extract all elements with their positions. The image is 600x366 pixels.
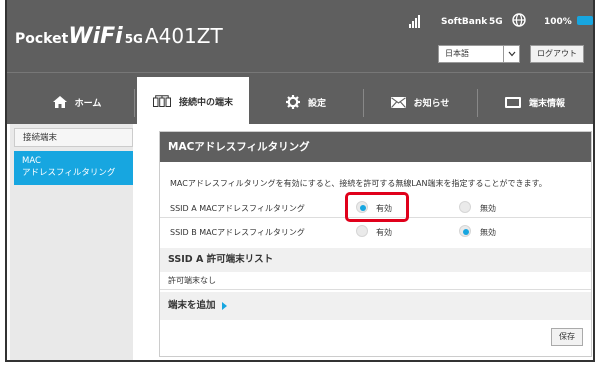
add-device-link[interactable]: 端末を追加 bbox=[160, 292, 591, 320]
ssid-b-filter-row: SSID B MACアドレスフィルタリング 有効 無効 bbox=[160, 220, 591, 242]
brand-model: A401ZT bbox=[144, 24, 223, 48]
home-icon bbox=[52, 96, 67, 108]
save-button[interactable]: 保存 bbox=[551, 328, 583, 346]
sidebar-item-mac-filter[interactable]: MAC アドレスフィルタリング bbox=[14, 151, 133, 185]
nav-divider bbox=[477, 89, 478, 117]
language-select[interactable]: 日本語 bbox=[438, 45, 520, 63]
battery-level: 100% bbox=[544, 17, 572, 27]
network-type: 5G bbox=[489, 17, 503, 27]
nav-divider bbox=[134, 89, 135, 117]
language-value: 日本語 bbox=[445, 49, 469, 58]
add-device-label: 端末を追加 bbox=[168, 300, 216, 311]
ssid-b-enable-radio[interactable] bbox=[356, 225, 368, 237]
brand-wifi: WiFi bbox=[68, 24, 123, 49]
ssid-b-enable-label[interactable]: 有効 bbox=[376, 227, 392, 238]
main-nav: ホーム 接続中の端末 設定 お知らせ 端末情報 bbox=[7, 72, 593, 125]
tab-notifications[interactable]: お知らせ bbox=[366, 79, 474, 125]
ssid-a-disable-label[interactable]: 無効 bbox=[480, 203, 496, 214]
tab-notifications-label: お知らせ bbox=[413, 98, 450, 109]
logout-button[interactable]: ログアウト bbox=[530, 45, 584, 63]
tab-connected-devices[interactable]: 接続中の端末 bbox=[137, 77, 249, 125]
tab-settings-label: 設定 bbox=[307, 98, 326, 109]
ssid-b-disable-label[interactable]: 無効 bbox=[480, 227, 496, 238]
sidebar: 接続端末 MAC アドレスフィルタリング bbox=[10, 124, 133, 360]
chevron-down-icon bbox=[503, 46, 519, 62]
main-panel: MACアドレスフィルタリング MACアドレスフィルタリングを有効にすると、接続を… bbox=[159, 131, 592, 357]
highlight-box bbox=[345, 192, 409, 222]
page-title: MACアドレスフィルタリング bbox=[160, 132, 591, 162]
allowed-list-empty: 許可端末なし bbox=[160, 272, 591, 290]
arrow-right-icon bbox=[221, 301, 227, 310]
mail-icon bbox=[390, 96, 406, 108]
carrier-name: SoftBank bbox=[441, 17, 488, 27]
ssid-b-disable-radio[interactable] bbox=[459, 225, 471, 237]
tab-connected-devices-label: 接続中の端末 bbox=[178, 97, 233, 108]
battery-icon bbox=[577, 16, 593, 25]
sidebar-item-mac-filter-line2: アドレスフィルタリング bbox=[22, 168, 116, 178]
header: PocketWiFi 5G A401ZT SoftBank 5G 100% 日本語 bbox=[7, 0, 593, 72]
sidebar-item-connected-devices[interactable]: 接続端末 bbox=[14, 128, 133, 147]
tab-settings[interactable]: 設定 bbox=[252, 79, 360, 125]
app-frame: PocketWiFi 5G A401ZT SoftBank 5G 100% 日本語 bbox=[5, 0, 595, 362]
ssid-a-filter-label: SSID A MACアドレスフィルタリング bbox=[170, 204, 305, 213]
tab-home-label: ホーム bbox=[74, 98, 102, 109]
devices-icon bbox=[152, 95, 171, 107]
tab-device-info[interactable]: 端末情報 bbox=[480, 79, 590, 125]
tab-device-info-label: 端末情報 bbox=[528, 98, 565, 109]
brand-5g: 5G bbox=[124, 32, 143, 46]
description-text: MACアドレスフィルタリングを有効にすると、接続を許可する無線LAN端末を指定す… bbox=[170, 179, 547, 188]
globe-icon bbox=[512, 13, 526, 27]
ssid-b-filter-label: SSID B MACアドレスフィルタリング bbox=[170, 228, 305, 237]
gear-icon bbox=[285, 95, 300, 109]
ssid-a-disable-radio[interactable] bbox=[459, 201, 471, 213]
device-info-icon bbox=[504, 96, 521, 108]
brand-pocket: Pocket bbox=[15, 31, 69, 47]
brand-logo: PocketWiFi 5G A401ZT bbox=[15, 24, 223, 49]
nav-divider bbox=[363, 89, 364, 117]
sidebar-item-mac-filter-line1: MAC bbox=[22, 156, 41, 166]
allowed-list-title: SSID A 許可端末リスト bbox=[160, 248, 591, 272]
signal-icon bbox=[409, 14, 423, 28]
tab-home[interactable]: ホーム bbox=[23, 79, 131, 125]
